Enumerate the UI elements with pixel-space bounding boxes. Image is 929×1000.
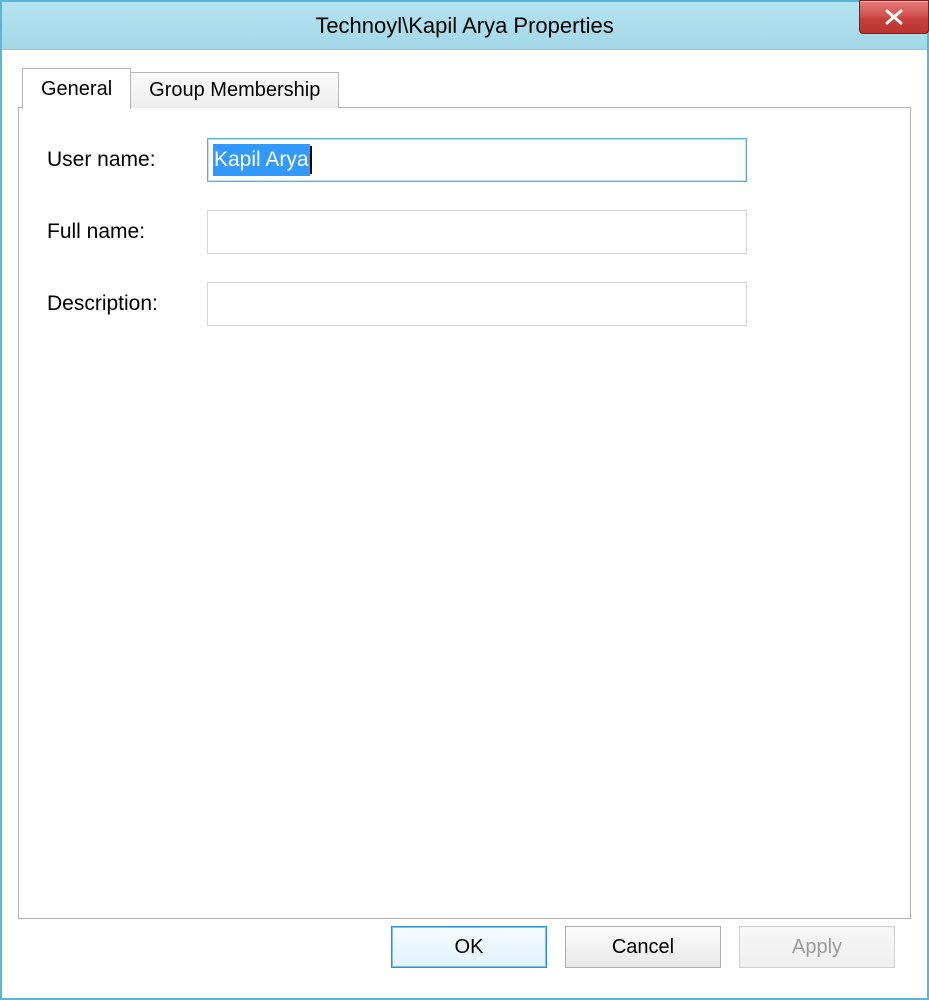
- apply-button[interactable]: Apply: [739, 926, 895, 968]
- cancel-button[interactable]: Cancel: [565, 926, 721, 968]
- tab-container: General Group Membership User name: Kapi…: [18, 66, 911, 920]
- properties-dialog: Technoyl\Kapil Arya Properties General G…: [0, 0, 929, 1000]
- description-label: Description:: [47, 292, 207, 316]
- titlebar[interactable]: Technoyl\Kapil Arya Properties: [2, 2, 927, 50]
- close-icon: [884, 9, 904, 25]
- tab-label: Group Membership: [149, 79, 320, 102]
- window-title: Technoyl\Kapil Arya Properties: [315, 13, 613, 39]
- tab-label: General: [41, 78, 112, 101]
- row-description: Description:: [47, 282, 882, 326]
- row-fullname: Full name:: [47, 210, 882, 254]
- description-input[interactable]: [207, 282, 747, 326]
- close-button[interactable]: [859, 0, 929, 34]
- username-label: User name:: [47, 148, 207, 172]
- tab-strip: General Group Membership: [22, 66, 911, 108]
- row-username: User name: Kapil Arya: [47, 138, 882, 182]
- tab-general[interactable]: General: [22, 68, 131, 109]
- username-input[interactable]: [207, 138, 747, 182]
- client-area: General Group Membership User name: Kapi…: [2, 50, 927, 998]
- ok-button-label: OK: [455, 936, 484, 959]
- fullname-label: Full name:: [47, 220, 207, 244]
- fullname-input[interactable]: [207, 210, 747, 254]
- tab-panel-general: User name: Kapil Arya Full name: Descrip…: [18, 107, 911, 919]
- apply-button-label: Apply: [792, 936, 842, 959]
- ok-button[interactable]: OK: [391, 926, 547, 968]
- dialog-button-row: OK Cancel Apply: [18, 920, 911, 982]
- tab-group-membership[interactable]: Group Membership: [130, 72, 339, 108]
- cancel-button-label: Cancel: [612, 936, 674, 959]
- username-input-wrap: Kapil Arya: [207, 138, 747, 182]
